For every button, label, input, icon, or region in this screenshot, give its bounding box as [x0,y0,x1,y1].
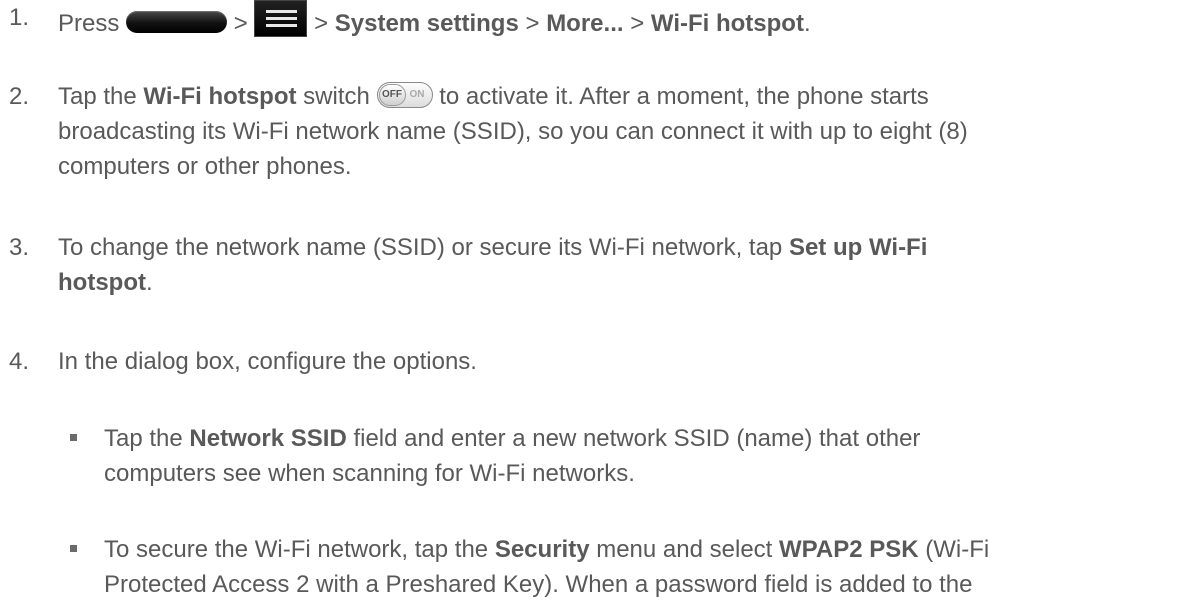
bullet-1-line-2: computers see when scanning for Wi-Fi ne… [104,460,635,487]
step-2-body: Tap the Wi-Fi hotspot switch OFF ON to ac… [58,79,1196,184]
bullet-2-line-1: To secure the Wi-Fi network, tap the Sec… [104,532,1196,567]
bullet-1-body: Tap the Network SSID field and enter a n… [104,421,1196,491]
step-text: To change the network name (SSID) or sec… [58,234,783,261]
step-3-line-2: hotspot. [58,265,1196,300]
period: . [145,269,153,296]
separator: > [233,10,248,37]
bullet-1-line-1: Tap the Network SSID field and enter a n… [104,421,1196,456]
bullet-text: To secure the Wi-Fi network, tap the [104,536,489,563]
step-number: 1. [9,4,30,31]
step-2-line-1: Tap the Wi-Fi hotspot switch OFF ON to ac… [58,79,1196,114]
press-text: Press [58,10,120,37]
step-text: to activate it. After a moment, the phon… [439,83,929,110]
system-settings-label: System settings [334,10,519,37]
toggle-off-label: OFF [378,84,406,106]
wifi-hotspot-label: Wi-Fi hotspot [143,83,297,110]
step-1-body: Press > > System settings > More... > Wi… [58,0,1196,41]
step-text: switch [303,83,370,110]
period: . [803,10,811,37]
hotspot-label: hotspot [58,269,146,296]
bullet-text: field and enter a new network SSID (name… [353,425,921,452]
separator: > [630,10,645,37]
step-number: 2. [9,83,30,110]
step-number: 3. [9,234,30,261]
bullet-square-icon [70,434,77,441]
separator: > [525,10,540,37]
bullet-square-icon [70,545,77,552]
step-4-body: In the dialog box, configure the options… [58,348,477,375]
bullet-text: Tap the [104,425,183,452]
toggle-switch-icon: OFF ON [376,82,433,108]
bullet-text: (Wi-Fi [925,536,990,563]
bullet-text: menu and select [596,536,773,563]
step-3-body: To change the network name (SSID) or sec… [58,230,1196,300]
step-number: 4. [9,348,30,375]
home-key-icon [126,11,228,33]
wpap2-psk-label: WPAP2 PSK [779,536,919,563]
step-2-line-3: computers or other phones. [58,153,352,180]
step-3-line-1: To change the network name (SSID) or sec… [58,230,1196,265]
bullet-2-body: To secure the Wi-Fi network, tap the Sec… [104,532,1196,602]
menu-key-icon [254,0,308,37]
separator: > [314,10,329,37]
security-label: Security [494,536,590,563]
instructions-document: 1. Press > > System settings > More... >… [0,0,1202,598]
step-2-line-2: broadcasting its Wi-Fi network name (SSI… [58,118,968,145]
network-ssid-label: Network SSID [189,425,347,452]
toggle-on-label: ON [409,89,425,100]
bullet-2-line-2: Protected Access 2 with a Preshared Key)… [104,571,973,598]
wifi-hotspot-label: Wi-Fi hotspot [650,10,804,37]
step-text: Tap the [58,83,137,110]
set-up-hotspot-label: Set up Wi-Fi [788,234,928,261]
more-label: More... [546,10,624,37]
